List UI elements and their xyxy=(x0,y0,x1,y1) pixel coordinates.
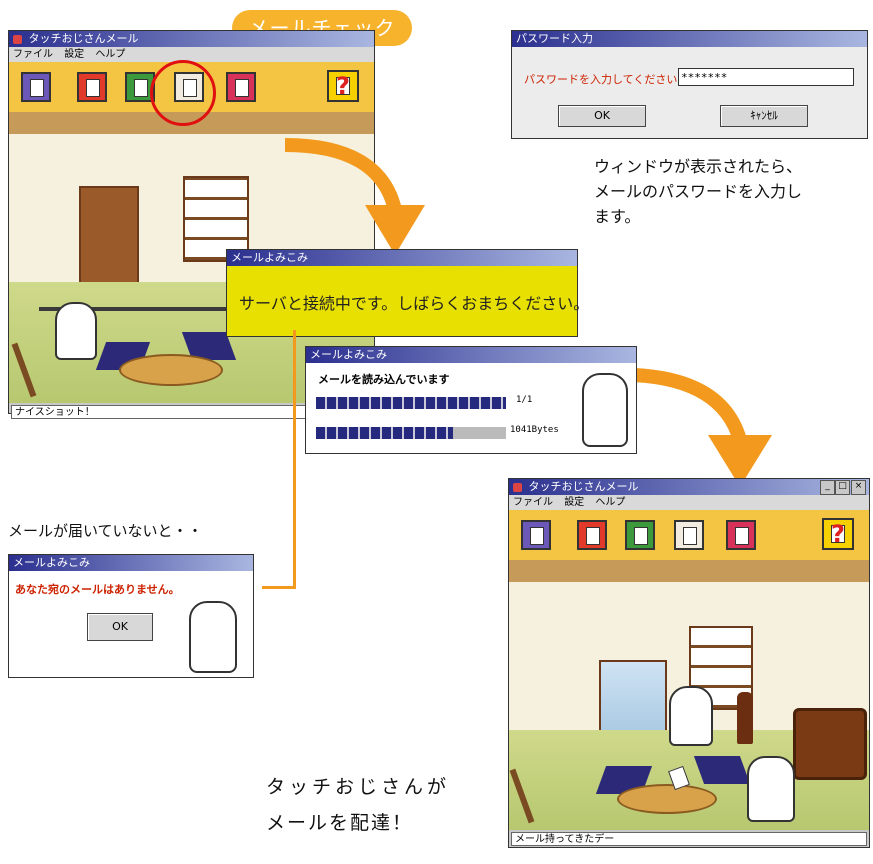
menu-help[interactable]: ヘルプ xyxy=(95,49,125,60)
password-ok-button[interactable]: OK xyxy=(558,105,646,127)
connector-line-horizontal xyxy=(262,586,296,589)
result-help-glyph: ? xyxy=(831,520,845,548)
password-dialog-titlebar: パスワード入力 xyxy=(512,31,867,47)
highlight-circle-icon xyxy=(150,60,216,126)
bytes-label: 1041Bytes xyxy=(510,425,559,435)
result-mail-compose-icon[interactable] xyxy=(521,520,551,550)
reading-character-icon xyxy=(582,373,628,447)
main-window-titlebar: タッチおじさんメール xyxy=(9,31,374,47)
uncle-character-icon xyxy=(747,756,795,822)
result-menu-help[interactable]: ヘルプ xyxy=(595,497,625,508)
menu-settings[interactable]: 設定 xyxy=(64,49,84,60)
delivery-caption-line-2: メールを配達！ xyxy=(266,812,414,834)
result-statusbar: メール持ってきたデー xyxy=(511,832,867,846)
no-mail-dialog: メールよみこみ あなた宛のメールはありません。 OK xyxy=(8,554,254,678)
count-progress-fill xyxy=(316,397,506,409)
progress-dialog-titlebar: メールよみこみ xyxy=(306,347,636,363)
result-mailbox-icon[interactable] xyxy=(577,520,607,550)
result-ceiling-beam xyxy=(509,560,869,582)
app-icon xyxy=(13,34,22,44)
sake-bottle-icon xyxy=(737,692,753,744)
password-field[interactable] xyxy=(678,68,854,86)
result-help-icon[interactable]: ? xyxy=(822,518,854,550)
count-progress-bar xyxy=(316,397,506,409)
result-menu-file[interactable]: ファイル xyxy=(513,497,553,508)
result-menubar: ファイル 設定 ヘルプ xyxy=(509,495,869,510)
bytes-progress-fill xyxy=(316,427,453,439)
result-inbox-icon[interactable] xyxy=(625,520,655,550)
menu-file[interactable]: ファイル xyxy=(13,49,53,60)
main-window-title: タッチおじさんメール xyxy=(28,32,139,45)
no-mail-dialog-titlebar: メールよみこみ xyxy=(9,555,253,571)
result-low-table xyxy=(617,784,717,814)
sad-character-icon xyxy=(189,601,237,673)
progress-dialog: メールよみこみ メールを読み込んでいます 1/1 1041Bytes xyxy=(305,346,637,454)
connector-line-vertical xyxy=(293,330,296,588)
mailbox-icon[interactable] xyxy=(77,72,107,102)
no-mail-ok-button[interactable]: OK xyxy=(87,613,153,641)
count-label: 1/1 xyxy=(516,395,533,405)
tv-icon xyxy=(793,708,867,780)
no-mail-caption: メールが届いていないと・・ xyxy=(8,522,203,540)
result-room-scene xyxy=(509,560,869,830)
connect-dialog-titlebar: メールよみこみ xyxy=(227,250,577,266)
door xyxy=(79,186,139,292)
character-icon xyxy=(55,302,97,360)
result-window: タッチおじさんメール _ □ × ファイル 設定 ヘルプ ? メール持ってきたデ… xyxy=(508,478,870,848)
result-window-titlebar: タッチおじさんメール _ □ × xyxy=(509,479,869,495)
result-address-book-icon[interactable] xyxy=(726,520,756,550)
result-menu-settings[interactable]: 設定 xyxy=(564,497,584,508)
result-toolbar: ? xyxy=(509,510,869,560)
result-mail-check-icon[interactable] xyxy=(674,520,704,550)
bytes-progress-bar xyxy=(316,427,506,439)
result-window-title: タッチおじさんメール xyxy=(528,480,639,493)
main-menubar: ファイル 設定 ヘルプ xyxy=(9,47,374,62)
password-cancel-button[interactable]: ｷｬﾝｾﾙ xyxy=(720,105,808,127)
low-table xyxy=(119,354,223,386)
arrow-icon xyxy=(284,138,425,255)
password-caption-line-2: メールのパスワードを入力し xyxy=(594,182,803,201)
address-book-icon[interactable] xyxy=(226,72,256,102)
minimize-button[interactable]: _ xyxy=(820,480,835,495)
password-prompt: パスワードを入力してください xyxy=(524,73,678,86)
connect-message: サーバと接続中です。しばらくおまちください。 xyxy=(239,294,590,313)
progress-heading: メールを読み込んでいます xyxy=(318,373,450,386)
password-dialog: パスワード入力 パスワードを入力してください OK ｷｬﾝｾﾙ xyxy=(511,30,868,139)
close-button[interactable]: × xyxy=(851,480,866,495)
delivery-caption-line-1: タッチおじさんが xyxy=(266,776,451,798)
no-mail-message: あなた宛のメールはありません。 xyxy=(15,583,180,596)
password-caption-line-1: ウィンドウが表示されたら、 xyxy=(594,157,803,176)
password-caption-line-3: ます。 xyxy=(594,207,641,226)
maximize-button[interactable]: □ xyxy=(835,480,850,495)
mail-compose-icon[interactable] xyxy=(21,72,51,102)
help-glyph: ? xyxy=(336,72,350,100)
result-app-icon xyxy=(513,482,522,492)
result-cushion-right xyxy=(693,756,751,784)
mail-carrier-character-icon xyxy=(669,686,713,746)
help-icon[interactable]: ? xyxy=(327,70,359,102)
connect-dialog: メールよみこみ サーバと接続中です。しばらくおまちください。 xyxy=(226,249,589,337)
